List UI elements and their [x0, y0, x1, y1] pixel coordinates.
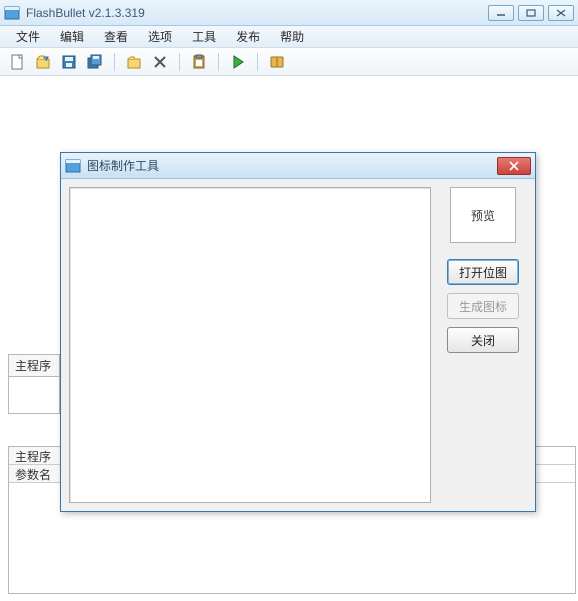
- generate-icon-button: 生成图标: [447, 293, 519, 319]
- app-icon: [4, 5, 20, 21]
- menu-view[interactable]: 查看: [94, 26, 138, 47]
- dialog-icon: [65, 158, 81, 174]
- panel-main-program: 主程序: [8, 354, 60, 414]
- close-dialog-button[interactable]: 关闭: [447, 327, 519, 353]
- icon-maker-dialog: 图标制作工具 预览 打开位图 生成图标 关闭: [60, 152, 536, 512]
- menu-file[interactable]: 文件: [6, 26, 50, 47]
- dialog-side-controls: 预览 打开位图 生成图标 关闭: [439, 187, 527, 503]
- panel-main-program-label: 主程序: [8, 354, 60, 377]
- toolbar-separator: [257, 53, 258, 71]
- dialog-titlebar[interactable]: 图标制作工具: [61, 153, 535, 179]
- toolbar-save[interactable]: [58, 51, 80, 73]
- toolbar: [0, 48, 578, 76]
- panel-param-name-label: 参数名: [9, 465, 61, 482]
- toolbar-folder[interactable]: [123, 51, 145, 73]
- main-titlebar: FlashBullet v2.1.3.319: [0, 0, 578, 26]
- app-title: FlashBullet v2.1.3.319: [26, 6, 484, 20]
- toolbar-delete[interactable]: [149, 51, 171, 73]
- menu-publish[interactable]: 发布: [226, 26, 270, 47]
- close-button[interactable]: [548, 5, 574, 21]
- maximize-button[interactable]: [518, 5, 544, 21]
- open-bitmap-button[interactable]: 打开位图: [447, 259, 519, 285]
- toolbar-save-all[interactable]: [84, 51, 106, 73]
- panel-main-program-entry-label: 主程序启: [9, 447, 61, 464]
- menu-help[interactable]: 帮助: [270, 26, 314, 47]
- toolbar-separator: [114, 53, 115, 71]
- toolbar-new[interactable]: [6, 51, 28, 73]
- dialog-body: 预览 打开位图 生成图标 关闭: [61, 179, 535, 511]
- toolbar-book[interactable]: [266, 51, 288, 73]
- toolbar-separator: [218, 53, 219, 71]
- dialog-close-button[interactable]: [497, 157, 531, 175]
- preview-label: 预览: [471, 207, 495, 224]
- preview-thumbnail: 预览: [450, 187, 516, 243]
- toolbar-separator: [179, 53, 180, 71]
- menu-tools[interactable]: 工具: [182, 26, 226, 47]
- dialog-title: 图标制作工具: [87, 157, 497, 174]
- minimize-button[interactable]: [488, 5, 514, 21]
- bitmap-canvas: [69, 187, 431, 503]
- toolbar-run[interactable]: [227, 51, 249, 73]
- menu-edit[interactable]: 编辑: [50, 26, 94, 47]
- menu-options[interactable]: 选项: [138, 26, 182, 47]
- toolbar-open[interactable]: [32, 51, 54, 73]
- menubar: 文件 编辑 查看 选项 工具 发布 帮助: [0, 26, 578, 48]
- toolbar-paste[interactable]: [188, 51, 210, 73]
